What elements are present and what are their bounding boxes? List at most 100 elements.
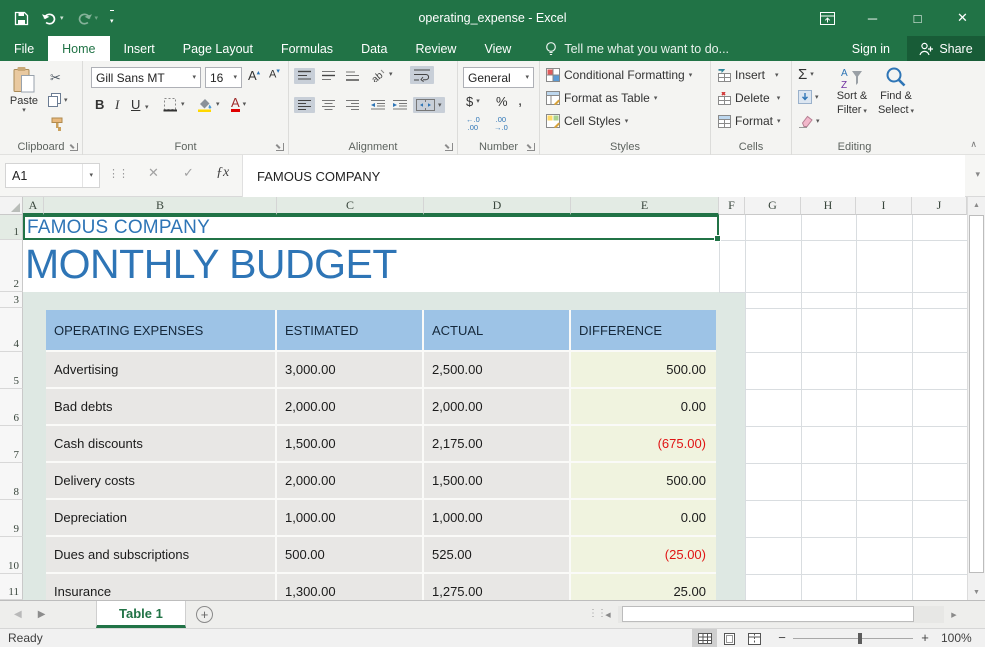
previous-sheet-icon[interactable]: ◀ bbox=[14, 609, 22, 620]
cell-estimated[interactable]: 1,000.00 bbox=[277, 500, 424, 537]
insert-cells-button[interactable]: Insert▾ bbox=[718, 68, 779, 82]
cell-expense-label[interactable]: Bad debts bbox=[46, 389, 277, 426]
formula-input[interactable]: FAMOUS COMPANY bbox=[242, 155, 965, 197]
cell-difference[interactable]: 500.00 bbox=[571, 352, 716, 389]
horizontal-scrollbar-thumb[interactable] bbox=[622, 606, 914, 622]
cell-difference[interactable]: 25.00 bbox=[571, 574, 716, 600]
font-size-combobox[interactable]: 16▾ bbox=[205, 67, 242, 88]
paste-button[interactable]: Paste ▾ bbox=[4, 66, 44, 114]
normal-view-button[interactable] bbox=[692, 629, 717, 647]
header-estimated[interactable]: ESTIMATED bbox=[277, 310, 424, 352]
column-header-I[interactable]: I bbox=[856, 197, 912, 215]
fill-color-button[interactable]: ▾ bbox=[196, 96, 220, 112]
next-sheet-icon[interactable]: ▶ bbox=[38, 609, 46, 620]
page-break-view-button[interactable] bbox=[742, 629, 767, 647]
conditional-formatting-button[interactable]: Conditional Formatting▾ bbox=[546, 68, 692, 82]
column-header-B[interactable]: B bbox=[44, 197, 277, 215]
orientation-button[interactable]: ab▾ bbox=[369, 67, 393, 82]
delete-cells-button[interactable]: Delete▾ bbox=[718, 91, 780, 105]
dialog-launcher-icon[interactable] bbox=[276, 143, 284, 151]
horizontal-scrollbar[interactable] bbox=[618, 606, 944, 623]
font-name-combobox[interactable]: Gill Sans MT▾ bbox=[91, 67, 201, 88]
dialog-launcher-icon[interactable] bbox=[527, 143, 535, 151]
tab-file[interactable]: File bbox=[0, 36, 48, 61]
minimize-button[interactable]: ─ bbox=[850, 0, 895, 36]
row-header-10[interactable]: 10 bbox=[0, 537, 23, 574]
cell-expense-label[interactable]: Insurance bbox=[46, 574, 277, 600]
italic-button[interactable]: I bbox=[115, 97, 119, 113]
middle-align-button[interactable] bbox=[318, 68, 339, 84]
cell-styles-button[interactable]: Cell Styles▾ bbox=[546, 114, 628, 128]
grip-icon[interactable]: ⋮⋮ bbox=[108, 167, 128, 180]
ribbon-display-options-button[interactable] bbox=[805, 0, 850, 36]
share-button[interactable]: Share bbox=[907, 36, 985, 61]
column-header-G[interactable]: G bbox=[745, 197, 801, 215]
bold-button[interactable]: B bbox=[95, 97, 104, 112]
row-header-11[interactable]: 11 bbox=[0, 574, 23, 600]
cell-difference[interactable]: 500.00 bbox=[571, 463, 716, 500]
tab-home[interactable]: Home bbox=[48, 36, 109, 61]
cell-expense-label[interactable]: Cash discounts bbox=[46, 426, 277, 463]
accounting-format-button[interactable]: $▾ bbox=[466, 94, 480, 109]
cell-expense-label[interactable]: Delivery costs bbox=[46, 463, 277, 500]
fill-button[interactable]: ▾ bbox=[798, 90, 819, 104]
zoom-out-button[interactable]: − bbox=[774, 629, 790, 647]
cell-estimated[interactable]: 1,500.00 bbox=[277, 426, 424, 463]
row-header-5[interactable]: 5 bbox=[0, 352, 23, 389]
tell-me-box[interactable]: Tell me what you want to do... bbox=[545, 36, 729, 61]
cell-actual[interactable]: 1,275.00 bbox=[424, 574, 571, 600]
copy-button[interactable]: ▾ bbox=[48, 93, 68, 107]
find-select-button[interactable]: Find & Select bbox=[876, 66, 916, 118]
insert-function-button[interactable]: ƒx bbox=[216, 165, 229, 181]
vertical-scrollbar-thumb[interactable] bbox=[969, 215, 984, 573]
autosum-button[interactable]: Σ▾ bbox=[798, 67, 814, 82]
fill-handle[interactable] bbox=[714, 235, 721, 242]
top-align-button[interactable] bbox=[294, 68, 315, 84]
row-header-7[interactable]: 7 bbox=[0, 426, 23, 463]
font-color-button[interactable]: A▾ bbox=[231, 96, 246, 112]
cell-estimated[interactable]: 2,000.00 bbox=[277, 389, 424, 426]
zoom-slider-track[interactable] bbox=[793, 638, 913, 639]
row-header-3[interactable]: 3 bbox=[0, 292, 23, 308]
column-header-C[interactable]: C bbox=[277, 197, 424, 215]
wrap-text-button[interactable] bbox=[410, 66, 434, 84]
scroll-down-icon[interactable]: ▼ bbox=[968, 584, 985, 600]
column-header-H[interactable]: H bbox=[801, 197, 856, 215]
enter-button[interactable]: ✓ bbox=[183, 165, 194, 181]
sort-filter-button[interactable]: AZ Sort & Filter bbox=[830, 66, 874, 118]
align-left-button[interactable] bbox=[294, 97, 315, 113]
bottom-align-button[interactable] bbox=[342, 68, 363, 84]
increase-decimal-button[interactable]: ←.0 .00 bbox=[466, 116, 480, 133]
align-right-button[interactable] bbox=[342, 97, 363, 113]
scroll-up-icon[interactable]: ▲ bbox=[968, 197, 985, 213]
cell-estimated[interactable]: 1,300.00 bbox=[277, 574, 424, 600]
shrink-font-button[interactable]: A▾ bbox=[269, 68, 280, 81]
dialog-launcher-icon[interactable] bbox=[70, 143, 78, 151]
row-header-8[interactable]: 8 bbox=[0, 463, 23, 500]
underline-button[interactable]: U bbox=[131, 97, 140, 112]
cell-actual[interactable]: 2,000.00 bbox=[424, 389, 571, 426]
cell-estimated[interactable]: 3,000.00 bbox=[277, 352, 424, 389]
select-all-corner[interactable] bbox=[0, 197, 23, 215]
clear-button[interactable]: ▾ bbox=[798, 115, 820, 128]
spreadsheet-grid[interactable]: ABCDEFGHIJ 1234567891011 FAMOUS COMPANY … bbox=[0, 197, 985, 600]
column-header-D[interactable]: D bbox=[424, 197, 571, 215]
borders-button[interactable]: ▾ bbox=[163, 97, 185, 112]
row-header-6[interactable]: 6 bbox=[0, 389, 23, 426]
format-as-table-button[interactable]: Format as Table▾ bbox=[546, 91, 657, 105]
cell-expense-label[interactable]: Depreciation bbox=[46, 500, 277, 537]
cell-difference[interactable]: (25.00) bbox=[571, 537, 716, 574]
format-painter-button[interactable] bbox=[50, 117, 64, 132]
vertical-scrollbar[interactable]: ▲ ▼ bbox=[967, 197, 985, 600]
cell-estimated[interactable]: 2,000.00 bbox=[277, 463, 424, 500]
tab-view[interactable]: View bbox=[470, 36, 525, 61]
new-sheet-button[interactable]: + bbox=[196, 606, 213, 623]
scroll-right-icon[interactable]: ▶ bbox=[946, 606, 962, 623]
page-layout-view-button[interactable] bbox=[717, 629, 742, 647]
tab-formulas[interactable]: Formulas bbox=[267, 36, 347, 61]
header-actual[interactable]: ACTUAL bbox=[424, 310, 571, 352]
header-operating-expenses[interactable]: OPERATING EXPENSES bbox=[46, 310, 277, 352]
dialog-launcher-icon[interactable] bbox=[445, 143, 453, 151]
collapse-ribbon-button[interactable]: ∧ bbox=[970, 139, 977, 150]
zoom-slider-thumb[interactable] bbox=[858, 633, 862, 644]
